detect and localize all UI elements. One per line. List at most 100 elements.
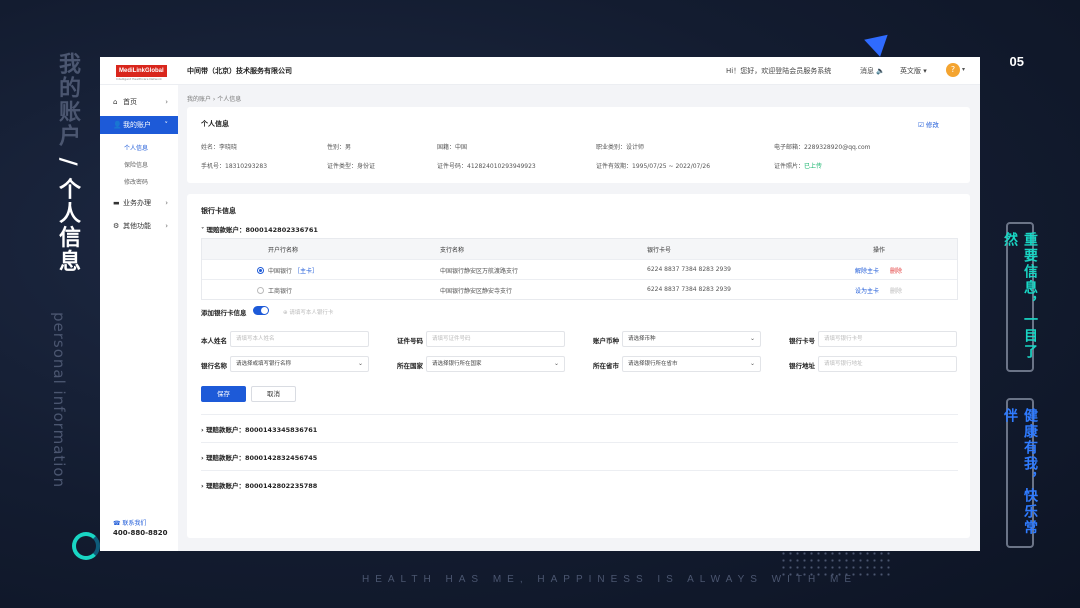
company-name: 中间带（北京）技术服务有限公司 bbox=[187, 67, 292, 75]
radio-checked-icon[interactable] bbox=[257, 267, 264, 274]
sidebar-item-label: 业务办理 bbox=[123, 199, 151, 207]
sidebar-item-home[interactable]: ⌂ 首页 › bbox=[100, 93, 178, 111]
add-bank-card-label: 添加银行卡信息 bbox=[201, 309, 247, 317]
contact-us-link[interactable]: ☎ 联系我们 bbox=[113, 518, 146, 527]
sidebar: ⌂ 首页 › 👤 我的账户 ˅ 个人信息 保险信息 修改密码 ▬ 业务办理 › … bbox=[100, 85, 178, 551]
breadcrumb[interactable]: 我的账户 › 个人信息 bbox=[187, 94, 241, 103]
field-email: 电子邮箱：2289328920@qq.com bbox=[774, 144, 871, 151]
card-number: 6224 8837 7384 8283 2939 bbox=[647, 266, 731, 273]
field-id-photo: 证件照片：已上传 bbox=[774, 163, 823, 170]
column-header: 操作 bbox=[873, 247, 886, 254]
bank-card-table: 开户行名称 支行名称 银行卡号 操作 中国银行 ［主卡］ 中国银行静安区万航渡路… bbox=[201, 238, 958, 300]
top-bar: MediLinkGlobal Intelligent Healthcare Ne… bbox=[100, 57, 980, 85]
branch-name: 中国银行静安区万航渡路支行 bbox=[440, 268, 519, 275]
main-card-tag: ［主卡］ bbox=[293, 268, 318, 275]
chevron-right-icon: › bbox=[165, 199, 168, 207]
briefcase-icon: ▬ bbox=[113, 199, 120, 207]
ring-decoration-icon bbox=[72, 532, 100, 560]
id-number-input[interactable]: 请填写证件号码 bbox=[426, 331, 565, 347]
bank-address-input[interactable]: 请填写银行地址 bbox=[818, 356, 957, 372]
chevron-down-icon: ⌄ bbox=[553, 360, 559, 367]
language-switch[interactable]: 英文版 ▾ bbox=[900, 66, 927, 76]
bank-info-card: 银行卡信息 ˅ 理赔款账户：8000142802336761 开户行名称 支行名… bbox=[187, 194, 970, 538]
table-row: 工商银行 中国银行静安区静安寺支行 6224 8837 7384 8283 29… bbox=[202, 279, 957, 299]
avatar[interactable]: ? bbox=[946, 63, 960, 77]
account-expander-active[interactable]: ˅ 理赔款账户：8000142802336761 bbox=[201, 224, 318, 234]
messages-button[interactable]: 消息 🔈 bbox=[860, 66, 885, 76]
slide-number: 05 bbox=[1009, 54, 1024, 69]
bank-name-label: 银行名称 bbox=[201, 362, 227, 370]
chevron-down-icon: ⌄ bbox=[749, 360, 755, 367]
main-card-radio[interactable]: 中国银行 ［主卡］ bbox=[257, 266, 318, 275]
name-label: 本人姓名 bbox=[201, 337, 227, 345]
chevron-down-icon[interactable]: ▾ bbox=[962, 66, 965, 73]
column-header: 银行卡号 bbox=[647, 247, 672, 254]
column-header: 支行名称 bbox=[440, 247, 465, 254]
chevron-right-icon: › bbox=[165, 222, 168, 230]
main-card-radio[interactable]: 工商银行 bbox=[257, 286, 292, 295]
bank-info-title: 银行卡信息 bbox=[201, 207, 236, 215]
edit-button[interactable]: ☑ 修改 bbox=[918, 119, 939, 129]
sidebar-subitem-insurance-info[interactable]: 保险信息 bbox=[124, 160, 148, 169]
sidebar-item-other[interactable]: ⚙ 其他功能 › bbox=[100, 217, 178, 235]
bank-address-label: 银行地址 bbox=[789, 362, 815, 370]
field-id-number: 证件号码：412824010293949923 bbox=[437, 163, 536, 170]
card-number-label: 银行卡号 bbox=[789, 337, 815, 345]
unset-main-card-button[interactable]: 解除主卡 bbox=[855, 266, 879, 275]
slide-title-part1: 我的账户 bbox=[55, 52, 80, 148]
field-gender: 性别：男 bbox=[327, 144, 352, 151]
field-id-type: 证件类型：身份证 bbox=[327, 163, 376, 170]
bank-name-select[interactable]: 请选择或填写银行名称 ⌄ bbox=[230, 356, 369, 372]
triangle-decoration-icon bbox=[864, 34, 892, 60]
sidebar-item-my-account[interactable]: 👤 我的账户 ˅ bbox=[100, 116, 178, 134]
add-bank-card-toggle[interactable] bbox=[253, 306, 269, 315]
chevron-right-icon: › bbox=[165, 98, 168, 106]
field-nationality: 国籍：中国 bbox=[437, 144, 468, 151]
chevron-down-icon: ⌄ bbox=[357, 360, 363, 367]
field-phone: 手机号：18310293283 bbox=[201, 163, 268, 170]
sidebar-item-label: 其他功能 bbox=[123, 222, 151, 230]
account-expander[interactable]: › 理赔款账户：8000142832456745 bbox=[201, 452, 317, 462]
column-header: 开户行名称 bbox=[268, 247, 299, 254]
id-number-label: 证件号码 bbox=[397, 337, 423, 345]
account-expander[interactable]: › 理赔款账户：8000142802235788 bbox=[201, 480, 317, 490]
country-select[interactable]: 请选择银行所在国家 ⌄ bbox=[426, 356, 565, 372]
brand-logo[interactable]: MediLinkGlobal bbox=[116, 65, 167, 77]
upload-status: 已上传 bbox=[804, 163, 823, 170]
app-window: MediLinkGlobal Intelligent Healthcare Ne… bbox=[100, 57, 980, 551]
field-id-validity: 证件有效期：1995/07/25 ~ 2022/07/26 bbox=[596, 163, 711, 170]
slide-title-part2: 个人信息 bbox=[55, 177, 80, 274]
personal-info-title: 个人信息 bbox=[201, 120, 229, 128]
card-number-input[interactable]: 请填写银行卡号 bbox=[818, 331, 957, 347]
table-row: 中国银行 ［主卡］ 中国银行静安区万航渡路支行 6224 8837 7384 8… bbox=[202, 259, 957, 279]
card-number: 6224 8837 7384 8283 2939 bbox=[647, 286, 731, 293]
chevron-down-icon: ˅ bbox=[164, 121, 169, 129]
delete-button[interactable]: 删除 bbox=[890, 266, 902, 275]
sidebar-subitem-change-password[interactable]: 修改密码 bbox=[124, 177, 148, 186]
province-select[interactable]: 请选择银行所在省市 ⌄ bbox=[622, 356, 761, 372]
chevron-down-icon: ⌄ bbox=[749, 335, 755, 342]
dot-grid-decoration bbox=[780, 550, 892, 580]
province-label: 所在省市 bbox=[593, 362, 619, 370]
divider bbox=[201, 470, 958, 471]
radio-unchecked-icon[interactable] bbox=[257, 287, 264, 294]
field-occupation: 职业类别：设计师 bbox=[596, 144, 645, 151]
cancel-button[interactable]: 取消 bbox=[251, 386, 296, 402]
account-expander[interactable]: › 理赔款账户：8000143345836761 bbox=[201, 424, 317, 434]
delete-button-disabled: 删除 bbox=[890, 288, 903, 295]
name-input[interactable]: 请填写本人姓名 bbox=[230, 331, 369, 347]
welcome-text: Hi！您好，欢迎登陆会员服务系统 bbox=[726, 67, 832, 75]
user-icon: 👤 bbox=[113, 121, 122, 129]
divider bbox=[201, 414, 958, 415]
sidebar-subitem-personal-info[interactable]: 个人信息 bbox=[124, 143, 148, 152]
sidebar-item-business[interactable]: ▬ 业务办理 › bbox=[100, 194, 178, 212]
field-name: 姓名：李晓晓 bbox=[201, 144, 238, 151]
slide-title-sep: / bbox=[55, 157, 80, 168]
sidebar-item-label: 我的账户 bbox=[123, 121, 151, 129]
currency-label: 账户币种 bbox=[593, 337, 619, 345]
side-badge-health: 健康有我，快乐常伴 bbox=[1002, 398, 1038, 548]
currency-select[interactable]: 请选择币种 ⌄ bbox=[622, 331, 761, 347]
set-main-card-button[interactable]: 设为主卡 bbox=[855, 286, 879, 295]
save-button[interactable]: 保存 bbox=[201, 386, 246, 402]
hotline-number: 400-880-8820 bbox=[113, 529, 168, 537]
